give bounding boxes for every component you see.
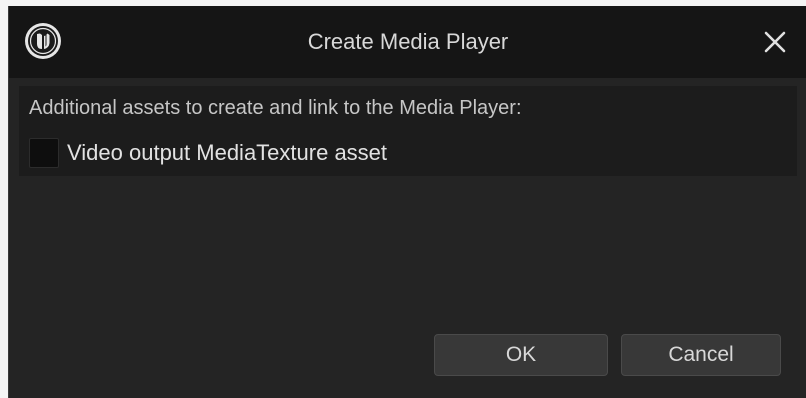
video-output-checkbox[interactable] <box>29 138 59 168</box>
close-button[interactable] <box>757 24 793 60</box>
ok-button[interactable]: OK <box>434 334 608 376</box>
create-media-player-dialog: Create Media Player Additional assets to… <box>8 6 806 398</box>
video-output-checkbox-label[interactable]: Video output MediaTexture asset <box>67 139 387 167</box>
video-output-option[interactable]: Video output MediaTexture asset <box>29 138 387 168</box>
close-icon <box>764 31 786 53</box>
cancel-button[interactable]: Cancel <box>621 334 781 376</box>
options-panel: Additional assets to create and link to … <box>19 86 797 176</box>
dialog-title: Create Media Player <box>307 29 509 54</box>
title-bar[interactable]: Create Media Player <box>9 6 806 78</box>
description-text: Additional assets to create and link to … <box>29 97 522 119</box>
